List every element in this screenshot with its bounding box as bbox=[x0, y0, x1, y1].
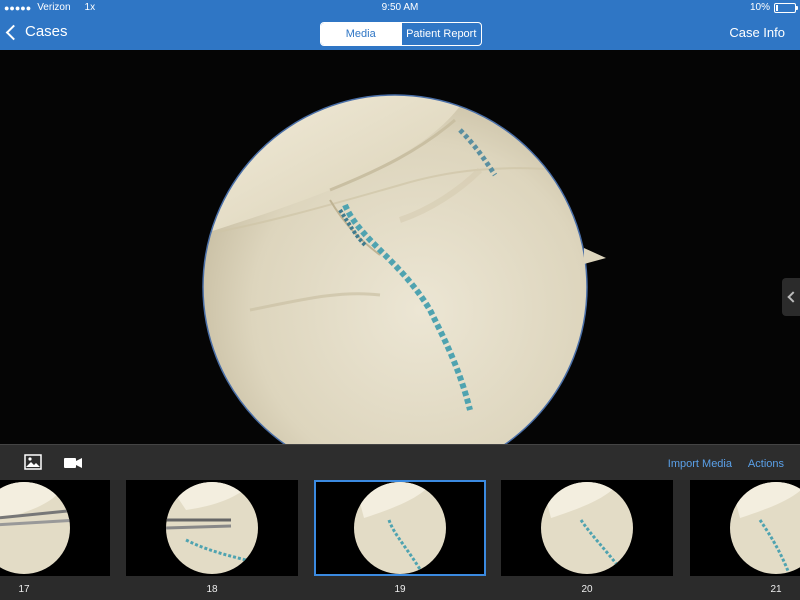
thumbnail[interactable] bbox=[0, 480, 110, 576]
thumbnail[interactable] bbox=[126, 480, 298, 576]
chevron-left-icon bbox=[5, 24, 22, 40]
thumbnail-label: 17 bbox=[18, 584, 30, 595]
media-toolbar: Import Media Actions bbox=[0, 444, 800, 481]
actions-button[interactable]: Actions bbox=[748, 458, 784, 470]
battery-icon bbox=[774, 2, 798, 13]
tab-media[interactable]: Media bbox=[321, 23, 401, 45]
thumbnail[interactable] bbox=[501, 480, 673, 576]
thumbnail[interactable] bbox=[690, 480, 800, 576]
media-viewer[interactable] bbox=[0, 50, 800, 444]
thumbnail-label: 19 bbox=[394, 584, 406, 595]
import-media-button[interactable]: Import Media bbox=[668, 458, 732, 470]
thumbnail-strip[interactable]: 17 18 19 20 21 bbox=[0, 480, 800, 600]
battery-percent: 10% bbox=[749, 2, 770, 13]
collapse-panel-handle[interactable] bbox=[782, 278, 800, 316]
top-bar: ●●●●● Verizon 1x 9:50 AM 10% Cases Media… bbox=[0, 0, 800, 50]
thumbnail-label: 21 bbox=[770, 584, 782, 595]
case-info-button[interactable]: Case Info bbox=[729, 25, 785, 40]
back-label: Cases bbox=[25, 23, 68, 40]
chevron-left-icon bbox=[786, 291, 799, 303]
back-button[interactable]: Cases bbox=[5, 23, 68, 40]
tab-patient-report[interactable]: Patient Report bbox=[400, 23, 482, 45]
arthroscopy-image bbox=[202, 94, 606, 444]
media-report-segmented-control: Media Patient Report bbox=[320, 22, 482, 46]
status-time: 9:50 AM bbox=[381, 2, 419, 13]
photo-icon[interactable] bbox=[24, 454, 42, 475]
status-bar: ●●●●● Verizon 1x 9:50 AM 10% bbox=[0, 0, 800, 16]
navigation-bar: Cases Media Patient Report Case Info bbox=[0, 16, 800, 50]
video-camera-icon[interactable] bbox=[64, 456, 82, 474]
thumbnail-selected[interactable] bbox=[314, 480, 486, 576]
thumbnail-label: 20 bbox=[581, 584, 593, 595]
thumbnail-label: 18 bbox=[206, 584, 218, 595]
